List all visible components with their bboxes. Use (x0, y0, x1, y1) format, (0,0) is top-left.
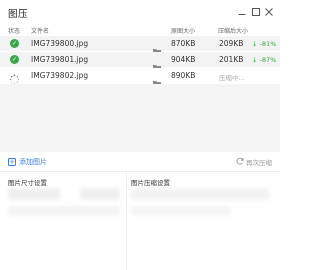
size-option-control[interactable] (8, 206, 120, 216)
folder-icon[interactable] (153, 72, 161, 87)
compression-option-control[interactable] (131, 206, 231, 216)
file-list-empty-area[interactable] (0, 84, 280, 152)
compression-ratio: ↓ -87% (252, 56, 277, 64)
original-size: 904KB (171, 55, 196, 64)
table-header: 状态 文件名 原图大小 压缩后大小 (0, 24, 280, 36)
compressed-size: 201KB (219, 55, 244, 64)
header-compressed-size: 压缩后大小 (218, 28, 249, 35)
file-name: IMG739802.jpg (31, 71, 89, 80)
table-row[interactable]: ✓ IMG739801.jpg 904KB 201KB ↓ -87% (0, 52, 280, 71)
file-list: ✓ IMG739800.jpg 870KB 209KB ↓ -81% ✓ IMG… (0, 36, 280, 87)
folder-icon[interactable] (153, 56, 161, 71)
size-option-control[interactable] (80, 188, 120, 200)
file-name: IMG739800.jpg (31, 39, 89, 48)
add-images-button[interactable]: + 添加图片 (8, 157, 47, 167)
check-circle-icon: ✓ (10, 39, 19, 48)
compressing-status: 压缩中... (219, 74, 245, 82)
file-name: IMG739801.jpg (31, 55, 89, 64)
settings-area: 图片尺寸设置 图片压缩设置 (0, 172, 280, 270)
plus-icon: + (8, 157, 16, 166)
table-row[interactable]: ✓ IMG739800.jpg 870KB 209KB ↓ -81% (0, 36, 280, 55)
header-filename: 文件名 (31, 28, 50, 35)
table-row[interactable]: IMG739802.jpg 890KB 压缩中... (0, 68, 280, 87)
header-status: 状态 (8, 28, 21, 35)
size-settings-title: 图片尺寸设置 (8, 179, 47, 187)
original-size: 890KB (171, 71, 196, 80)
settings-divider (126, 172, 127, 270)
compression-option-control[interactable] (131, 188, 269, 200)
compression-settings-title: 图片压缩设置 (131, 179, 170, 187)
header-original-size: 原图大小 (171, 28, 196, 35)
title-bar[interactable]: 图压 (0, 0, 280, 26)
maximize-icon[interactable] (250, 6, 262, 18)
loading-spinner-icon (9, 70, 20, 85)
folder-icon[interactable] (153, 40, 161, 55)
size-option-control[interactable] (8, 188, 60, 200)
app-window: 图压 状态 文件名 原图大小 压缩后大小 ✓ IMG739800.jpg 870… (0, 0, 280, 270)
window-title: 图压 (8, 9, 29, 20)
recompress-button[interactable]: 再次压缩 (236, 157, 272, 167)
close-icon[interactable] (263, 6, 275, 18)
add-images-label: 添加图片 (19, 158, 47, 166)
compression-ratio: ↓ -81% (252, 40, 277, 48)
action-bar: + 添加图片 再次压缩 (0, 152, 280, 172)
minimize-icon[interactable] (236, 6, 248, 18)
recompress-label: 再次压缩 (246, 159, 272, 167)
original-size: 870KB (171, 39, 196, 48)
refresh-icon (236, 157, 244, 167)
compressed-size: 209KB (219, 39, 244, 48)
check-circle-icon: ✓ (10, 55, 19, 64)
